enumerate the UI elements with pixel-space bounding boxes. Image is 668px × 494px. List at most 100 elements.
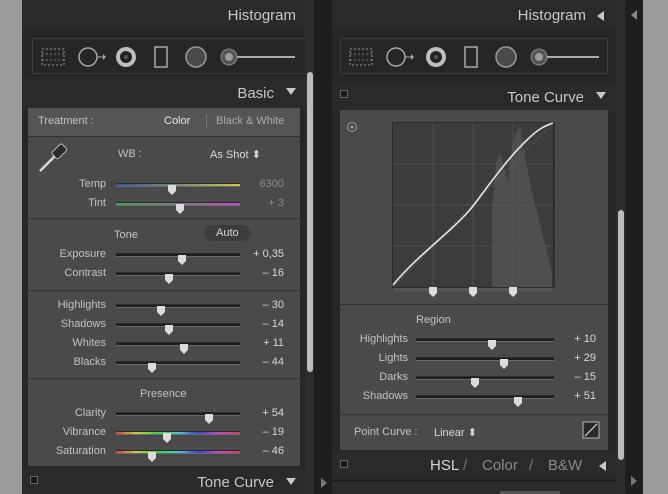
expand-right-arrow-icon[interactable] — [631, 476, 637, 486]
tint-label: Tint — [88, 197, 106, 209]
expand-right-arrow-icon[interactable] — [321, 478, 327, 488]
adjustment-brush-icon[interactable] — [219, 46, 299, 68]
slider-label: Contrast — [64, 267, 106, 279]
slider-track[interactable] — [116, 323, 240, 327]
left-scrollbar-thumb[interactable] — [307, 72, 313, 372]
graduated-filter-icon[interactable] — [151, 46, 171, 68]
slider-value[interactable]: + 0,35 — [234, 248, 284, 260]
color-tab[interactable]: Color — [482, 457, 518, 474]
expand-arrow-icon[interactable] — [286, 478, 296, 485]
treatment-bw-option[interactable]: Black & White — [216, 115, 284, 127]
radial-filter-icon[interactable] — [493, 46, 519, 68]
wb-label: WB : — [118, 148, 142, 160]
slider-value[interactable]: + 11 — [234, 337, 284, 349]
right-scrollbar-thumb[interactable] — [618, 210, 624, 460]
slider-track[interactable] — [116, 361, 240, 365]
basic-header[interactable]: Basic — [22, 78, 318, 108]
red-eye-icon[interactable] — [113, 46, 139, 68]
slider-value[interactable]: – 14 — [234, 318, 284, 330]
bw-tab[interactable]: B&W — [548, 457, 582, 474]
hsl-header[interactable]: HSL / Color / B&W — [332, 452, 616, 478]
treatment-color-option[interactable]: Color — [164, 115, 190, 127]
eyedropper-icon[interactable] — [36, 141, 70, 175]
slider-track[interactable] — [416, 376, 554, 380]
slider-label: Vibrance — [62, 426, 106, 438]
slider-value[interactable]: + 54 — [234, 407, 284, 419]
slider-track[interactable] — [416, 357, 554, 361]
develop-right-panel: Histogram Tone Curve Region Highlights +… — [332, 0, 616, 494]
slider-value[interactable]: – 46 — [234, 445, 284, 457]
slider-track[interactable] — [116, 272, 240, 276]
collapse-arrow-icon[interactable] — [597, 11, 604, 21]
slider-label: Highlights — [57, 299, 106, 311]
target-adjustment-icon[interactable] — [346, 121, 358, 133]
histogram-title: Histogram — [227, 7, 296, 24]
crop-overlay-icon[interactable] — [347, 46, 375, 68]
right-gap — [625, 0, 643, 494]
radial-filter-icon[interactable] — [183, 46, 209, 68]
slider-track[interactable] — [116, 342, 240, 346]
slider-value[interactable]: – 30 — [234, 299, 284, 311]
hsl-tab[interactable]: HSL — [430, 457, 459, 474]
wb-select[interactable]: As Shot ⬍ — [210, 148, 261, 161]
divider — [28, 136, 300, 137]
slider-track[interactable] — [416, 395, 554, 399]
slider-label: Exposure — [59, 248, 106, 260]
panel-gap — [314, 0, 332, 494]
slider-label: Darks — [379, 371, 408, 383]
expand-arrow-icon[interactable] — [286, 88, 296, 95]
temp-value[interactable]: 6300 — [234, 178, 284, 190]
point-curve-label: Point Curve : — [354, 426, 418, 438]
slider-label: Saturation — [55, 445, 106, 457]
slider-track[interactable] — [116, 304, 240, 308]
slider-label: Shadows — [362, 390, 408, 402]
point-curve-edit-icon[interactable] — [582, 421, 600, 439]
tone-curve-footer-title: Tone Curve — [197, 474, 274, 491]
histogram-header[interactable]: Histogram — [332, 0, 616, 30]
slider-value[interactable]: – 44 — [234, 356, 284, 368]
spot-removal-icon[interactable] — [385, 46, 415, 68]
tone-curve-title: Tone Curve — [507, 89, 584, 106]
slider-label: Lights — [378, 352, 408, 364]
auto-label: Auto — [216, 227, 239, 239]
right-panel-scrollbar[interactable] — [616, 0, 625, 494]
basic-panel-body: Treatment : Color Black & White WB : As … — [28, 108, 300, 466]
crop-overlay-icon[interactable] — [39, 46, 67, 68]
panel-toggle-switch[interactable] — [340, 460, 348, 468]
panel-toggle-switch[interactable] — [340, 90, 348, 98]
expand-arrow-icon[interactable] — [596, 92, 606, 99]
slider-value[interactable]: + 10 — [546, 333, 596, 345]
slider-value[interactable]: + 51 — [546, 390, 596, 402]
panel-toggle-switch[interactable] — [30, 476, 38, 484]
slider-value[interactable]: + 29 — [546, 352, 596, 364]
graduated-filter-icon[interactable] — [461, 46, 481, 68]
tone-curve-graph[interactable] — [392, 122, 556, 292]
collapse-arrow-icon[interactable] — [599, 461, 606, 471]
temp-slider-track[interactable] — [116, 183, 240, 187]
right-gutter — [643, 0, 668, 494]
left-panel-scrollbar[interactable] — [305, 0, 314, 494]
divider — [340, 414, 608, 415]
tone-curve-footer-header[interactable]: Tone Curve — [22, 468, 318, 494]
tone-curve-header[interactable]: Tone Curve — [332, 82, 616, 112]
histogram-header[interactable]: Histogram — [22, 0, 318, 30]
slider-track[interactable] — [416, 338, 554, 342]
next-panel-header[interactable] — [332, 480, 616, 494]
divider — [340, 304, 608, 305]
collapse-left-arrow-icon[interactable] — [631, 10, 637, 20]
treatment-divider — [206, 114, 207, 128]
slider-value[interactable]: – 16 — [234, 267, 284, 279]
slider-track[interactable] — [116, 450, 240, 454]
adjustment-brush-icon[interactable] — [529, 46, 601, 68]
red-eye-icon[interactable] — [423, 46, 449, 68]
slider-track[interactable] — [116, 431, 240, 435]
auto-button[interactable]: Auto — [204, 225, 250, 241]
point-curve-select[interactable]: Linear ⬍ — [434, 426, 477, 439]
develop-left-panel: Histogram Basic Treatment: Color Black … — [22, 0, 318, 494]
slider-value[interactable]: – 15 — [546, 371, 596, 383]
treatment-row: Treatment : Color Black & White — [28, 108, 300, 136]
slider-track[interactable] — [116, 412, 240, 416]
spot-removal-icon[interactable] — [77, 46, 107, 68]
tint-value[interactable]: + 3 — [234, 197, 284, 209]
slider-value[interactable]: – 19 — [234, 426, 284, 438]
